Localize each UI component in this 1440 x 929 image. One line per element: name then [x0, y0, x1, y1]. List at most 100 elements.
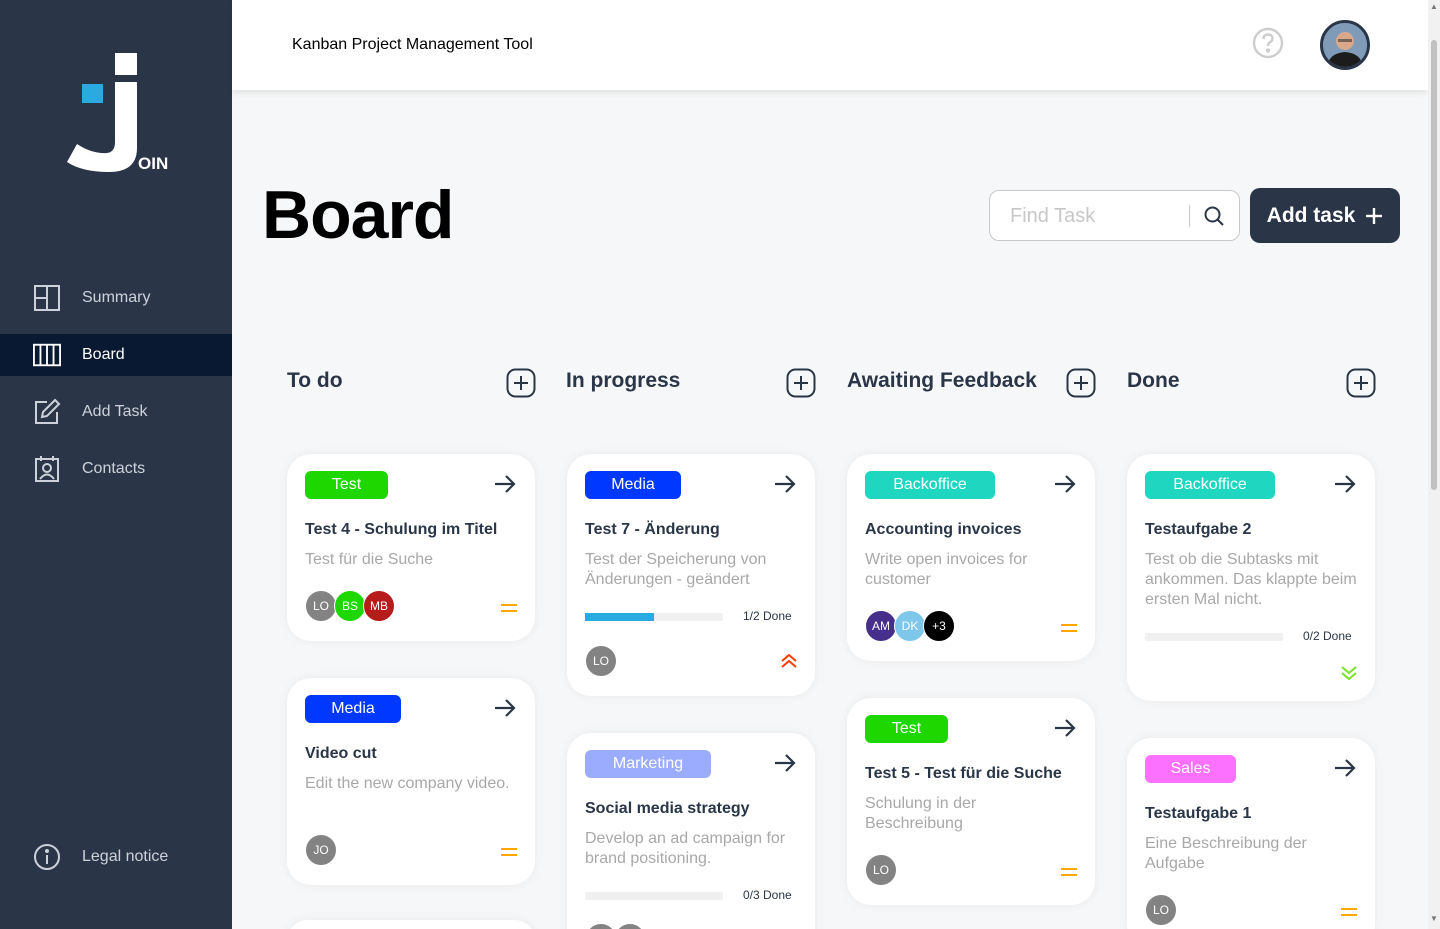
top-header: Kanban Project Management Tool: [232, 0, 1428, 90]
logo-text: OIN: [138, 154, 169, 173]
summary-icon: [33, 284, 61, 312]
priority-medium-icon: [500, 845, 518, 859]
category-tag: Backoffice: [1145, 471, 1275, 499]
add-task-button[interactable]: Add task: [1250, 188, 1400, 243]
info-icon: [33, 843, 61, 871]
move-arrow-icon[interactable]: [773, 472, 797, 496]
nav-summary[interactable]: Summary: [0, 277, 232, 319]
contacts-icon: [33, 455, 61, 483]
subtask-progress-bar: [585, 892, 723, 900]
nav-add-task-label: Add Task: [82, 403, 148, 420]
task-card[interactable]: Test Test 5 - Test für die Suche Schulun…: [847, 698, 1095, 905]
assignee-list: LO: [585, 645, 617, 677]
move-arrow-icon[interactable]: [1053, 716, 1077, 740]
task-card[interactable]: Backoffice Testaufgabe 2 Test ob die Sub…: [1127, 454, 1375, 701]
task-title: Test 5 - Test für die Suche: [865, 765, 1062, 782]
move-arrow-icon[interactable]: [493, 472, 517, 496]
assignee-list: JO: [305, 834, 337, 866]
task-card[interactable]: Media Video cut Edit the new company vid…: [287, 678, 535, 885]
nav-contacts[interactable]: Contacts: [0, 448, 232, 490]
assignee-avatar: LO: [865, 854, 897, 886]
plus-icon: [1366, 207, 1383, 224]
task-description: Test für die Suche: [305, 551, 434, 568]
priority-low-icon: [1340, 666, 1358, 681]
column-add-done-icon[interactable]: [1346, 368, 1376, 398]
assignee-list: AM DK +3: [865, 610, 955, 642]
column-add-todo-icon[interactable]: [506, 368, 536, 398]
nav-legal-notice[interactable]: Legal notice: [0, 836, 232, 878]
category-tag: Media: [585, 471, 681, 499]
priority-medium-icon: [1060, 865, 1078, 879]
scroll-thumb[interactable]: [1431, 40, 1437, 490]
column-title-awaiting-feedback: Awaiting Feedback: [847, 369, 1037, 392]
board-icon: [33, 341, 61, 369]
assignee-avatar: JO: [305, 834, 337, 866]
search-box[interactable]: [989, 190, 1240, 241]
task-card[interactable]: Media Test 7 - Änderung Test der Speiche…: [567, 454, 815, 696]
assignee-avatar: MB: [363, 590, 395, 622]
task-title: Test 4 - Schulung im Titel: [305, 521, 498, 538]
scroll-up-icon[interactable]: ▲: [1430, 2, 1438, 11]
move-arrow-icon[interactable]: [493, 696, 517, 720]
task-description: Test der Speicherung von Änderungen - ge…: [585, 551, 767, 588]
column-add-in-progress-icon[interactable]: [786, 368, 816, 398]
assignee-list: LO BS MB: [305, 590, 395, 622]
column-add-awaiting-feedback-icon[interactable]: [1066, 368, 1096, 398]
page-title: Board: [262, 177, 454, 253]
scroll-down-icon[interactable]: ▼: [1430, 914, 1438, 923]
search-input[interactable]: [1010, 203, 1180, 229]
task-title: Video cut: [305, 745, 377, 762]
category-tag: Test: [865, 715, 948, 743]
nav-board[interactable]: Board: [0, 334, 232, 376]
assignee-avatar: [585, 923, 617, 929]
help-icon[interactable]: [1252, 27, 1284, 59]
task-description: Develop an ad campaign for brand positio…: [585, 830, 786, 867]
column-title-todo: To do: [287, 369, 343, 392]
task-title: Test 7 - Änderung: [585, 521, 720, 538]
task-card[interactable]: Test Test 4 - Schulung im Titel Test für…: [287, 454, 535, 641]
move-arrow-icon[interactable]: [1333, 472, 1357, 496]
join-logo[interactable]: OIN: [62, 50, 172, 180]
task-card[interactable]: Backoffice Accounting invoices Write ope…: [847, 454, 1095, 661]
move-arrow-icon[interactable]: [1053, 472, 1077, 496]
nav-board-label: Board: [82, 346, 125, 363]
category-tag: Test: [305, 471, 388, 499]
task-description: Test ob die Subtasks mit ankommen. Das k…: [1145, 551, 1357, 608]
priority-medium-icon: [1340, 905, 1358, 919]
task-card[interactable]: Sales Testaufgabe 1 Eine Beschreibung de…: [1127, 738, 1375, 929]
user-avatar[interactable]: [1320, 20, 1370, 70]
sidebar: OIN Summary Board Add Task Contacts Lega…: [0, 0, 232, 929]
scrollbar[interactable]: ▲ ▼: [1428, 0, 1440, 929]
assignee-avatar: BS: [334, 590, 366, 622]
task-description: Write open invoices for customer: [865, 551, 1028, 588]
subtask-progress-label: 0/2 Done: [1303, 629, 1352, 643]
priority-medium-icon: [1060, 621, 1078, 635]
category-tag: Sales: [1145, 755, 1236, 783]
move-arrow-icon[interactable]: [773, 751, 797, 775]
task-card[interactable]: Marketing Social media strategy Develop …: [567, 733, 815, 929]
task-title: Accounting invoices: [865, 521, 1022, 538]
assignee-list: LO: [865, 854, 897, 886]
task-card[interactable]: [287, 920, 535, 929]
add-task-label: Add task: [1266, 203, 1356, 227]
column-title-in-progress: In progress: [566, 369, 681, 392]
header-title: Kanban Project Management Tool: [292, 36, 533, 53]
category-tag: Backoffice: [865, 471, 995, 499]
task-title: Testaufgabe 1: [1145, 805, 1252, 822]
priority-urgent-icon: [780, 653, 798, 668]
move-arrow-icon[interactable]: [1333, 756, 1357, 780]
task-description: Edit the new company video.: [305, 775, 510, 792]
priority-medium-icon: [500, 601, 518, 615]
subtask-progress-label: 1/2 Done: [743, 609, 792, 623]
task-description: Schulung in der Beschreibung: [865, 795, 977, 832]
assignee-avatar: LO: [1145, 894, 1177, 926]
task-title: Social media strategy: [585, 800, 750, 817]
assignee-list: LO: [1145, 894, 1177, 926]
nav-add-task[interactable]: Add Task: [0, 391, 232, 433]
nav-contacts-label: Contacts: [82, 460, 146, 477]
assignee-avatar: DK: [894, 610, 926, 642]
subtask-progress-bar: [585, 613, 723, 621]
nav-summary-label: Summary: [82, 289, 151, 306]
assignee-avatar: AM: [865, 610, 897, 642]
search-icon[interactable]: [1203, 205, 1225, 227]
